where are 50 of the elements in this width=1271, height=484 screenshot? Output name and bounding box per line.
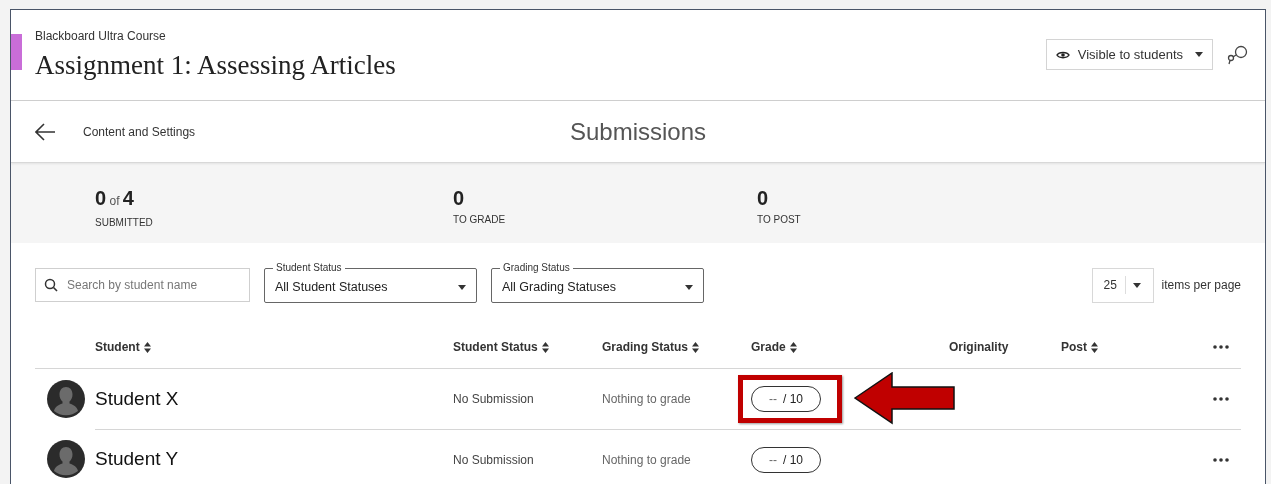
eye-icon bbox=[1055, 49, 1070, 60]
student-name[interactable]: Student Y bbox=[95, 445, 453, 474]
sort-icon bbox=[692, 341, 699, 353]
student-status: No Submission bbox=[453, 391, 535, 408]
back-link[interactable]: Content and Settings bbox=[83, 122, 196, 141]
search-icon bbox=[44, 278, 58, 292]
sort-icon bbox=[143, 341, 151, 353]
page-size-label: items per page bbox=[1161, 277, 1241, 294]
page-size-dropdown[interactable]: 25 bbox=[1091, 267, 1154, 303]
grade-pill[interactable]: -- / 10 bbox=[751, 386, 821, 412]
column-header[interactable]: Grade bbox=[751, 338, 949, 356]
more-icon[interactable] bbox=[1213, 345, 1229, 349]
filter-label: Grading Status bbox=[500, 261, 573, 274]
more-icon[interactable] bbox=[1213, 457, 1229, 462]
sort-icon bbox=[789, 341, 797, 353]
stat-label: SUBMITTED bbox=[95, 216, 154, 230]
caret-icon bbox=[1132, 282, 1141, 288]
section-heading: Submissions bbox=[569, 116, 707, 147]
sort-icon bbox=[541, 341, 549, 353]
student-status: No Submission bbox=[453, 451, 535, 469]
avatar-icon bbox=[47, 440, 85, 478]
stat-value: 0 bbox=[453, 187, 466, 209]
visibility-dropdown[interactable]: Visible to students bbox=[1045, 39, 1213, 70]
avatar-icon bbox=[47, 380, 85, 418]
stat-value: 0 bbox=[757, 187, 770, 209]
course-color-bar bbox=[11, 34, 22, 70]
column-header[interactable]: Post bbox=[1061, 338, 1201, 356]
caret-icon bbox=[685, 284, 693, 290]
stat-value: 0 of 4 bbox=[95, 187, 135, 211]
caret-icon bbox=[1195, 52, 1203, 57]
column-header: Originality bbox=[949, 339, 1010, 356]
page-title: Assignment 1: Assessing Articles bbox=[35, 49, 396, 82]
back-arrow-icon[interactable] bbox=[35, 122, 56, 141]
student-name[interactable]: Student X bbox=[95, 384, 453, 414]
filter-label: Student Status bbox=[273, 261, 345, 274]
column-header[interactable]: Student Status bbox=[453, 338, 602, 356]
caret-icon bbox=[458, 284, 466, 290]
grading-status: Nothing to grade bbox=[602, 391, 692, 408]
course-name: Blackboard Ultra Course bbox=[35, 28, 167, 45]
sort-icon bbox=[1091, 341, 1098, 353]
more-icon[interactable] bbox=[1213, 397, 1229, 401]
search-field[interactable]: Search by student name bbox=[35, 268, 250, 302]
grade-pill[interactable]: -- / 10 bbox=[751, 446, 821, 473]
stat-label: TO POST bbox=[757, 213, 802, 227]
column-header[interactable]: Student bbox=[95, 338, 453, 356]
column-header[interactable]: Grading Status bbox=[602, 338, 751, 356]
grading-status: Nothing to grade bbox=[602, 451, 692, 469]
discussion-icon[interactable] bbox=[1227, 44, 1249, 65]
stat-label: TO GRADE bbox=[453, 213, 507, 227]
arrow-icon bbox=[854, 372, 956, 425]
